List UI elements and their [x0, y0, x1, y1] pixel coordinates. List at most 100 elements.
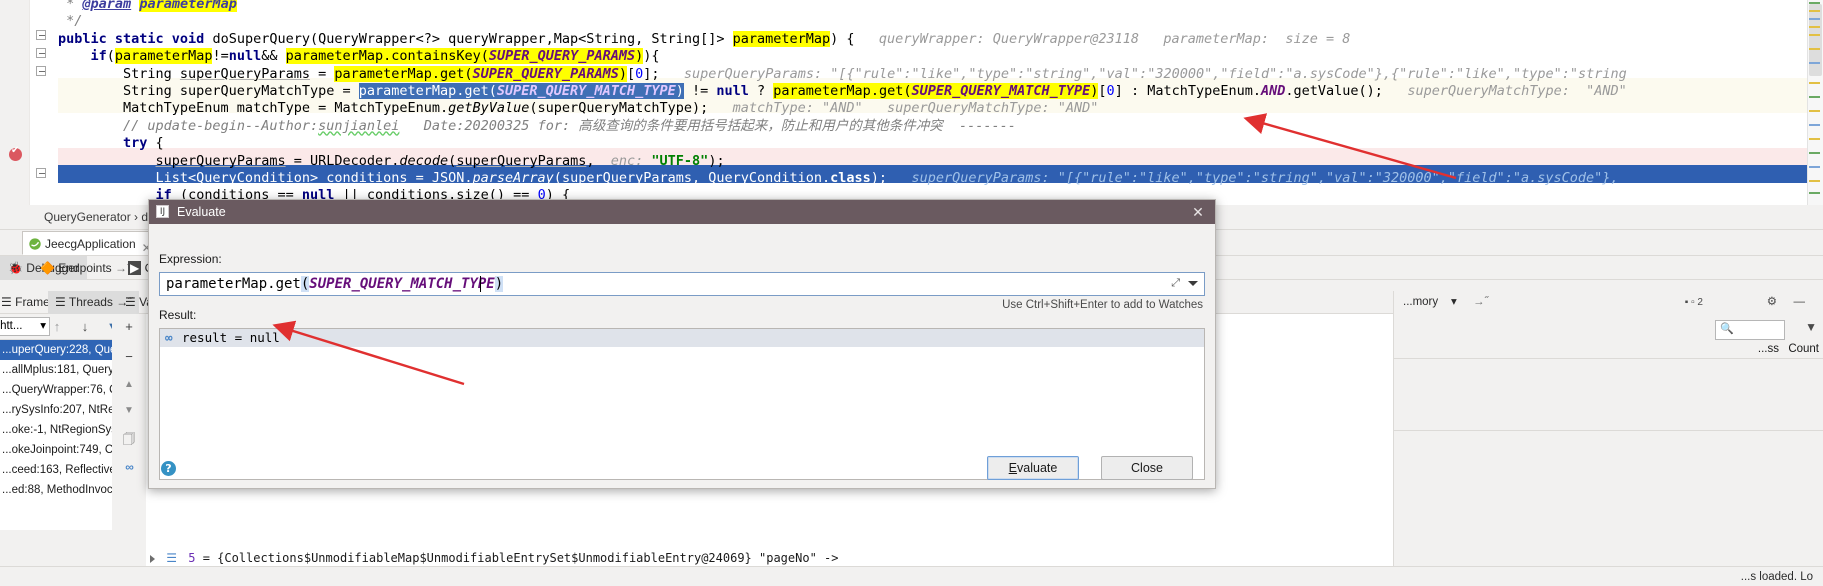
variables-row-pageno[interactable]: ☰ 5 = {Collections$UnmodifiableMap$Unmod…	[150, 548, 1250, 568]
dialog-titlebar[interactable]: IJ Evaluate ✕	[149, 200, 1215, 224]
list-item[interactable]: ...QueryWrapper:76, Que...	[0, 380, 112, 400]
scrollbar-thumb[interactable]	[1809, 4, 1822, 76]
stripe-mark-yellow-7	[1809, 138, 1820, 140]
frames-icon: ☰	[1, 295, 12, 309]
stripe-mark-green-4	[1809, 192, 1820, 194]
code-line-if-containskey: if(parameterMap!=null&& parameterMap.con…	[90, 48, 660, 65]
expression-prefix: parameterMap.get	[166, 276, 301, 292]
close-button[interactable]: Close	[1101, 456, 1193, 480]
stripe-mark-yellow-8	[1809, 180, 1820, 182]
stripe-mark-green-2	[1809, 96, 1820, 98]
evaluate-button-rest: valuate	[1017, 461, 1058, 475]
move-up-icon[interactable]: ▲	[120, 376, 138, 394]
intellij-icon: IJ	[156, 205, 169, 218]
result-label: Result:	[159, 308, 197, 322]
breakpoint-icon[interactable]	[9, 145, 22, 161]
expand-triangle-icon[interactable]	[150, 554, 155, 563]
memory-toolbar[interactable]: ...mory ▾ →˝ ⚙ — ▪ ▫ 2	[1393, 291, 1823, 314]
spring-boot-icon	[29, 238, 41, 250]
stripe-mark-green	[1809, 2, 1820, 4]
frame-down-icon[interactable]: ↓	[76, 318, 94, 336]
move-down-icon[interactable]: ▼	[120, 402, 138, 420]
expression-text: parameterMap.get(SUPER_QUERY_MATCH_TYPE)	[166, 273, 504, 295]
chevron-down-icon-expression[interactable]	[1188, 281, 1198, 286]
stripe-mark-green-3	[1809, 152, 1820, 154]
column-class-label: ...ss	[1757, 343, 1779, 355]
stripe-mark-yellow-4	[1809, 48, 1820, 50]
list-item[interactable]: ...rySysInfo:207, NtRegio...	[0, 400, 112, 420]
close-icon[interactable]: ✕	[1189, 200, 1207, 224]
add-icon[interactable]: +	[120, 318, 138, 336]
text-caret	[480, 276, 481, 292]
code-line-javadoc-param: * @param parameterMap	[58, 0, 1823, 13]
dialog-body: Expression: parameterMap.get(SUPER_QUERY…	[149, 224, 1215, 488]
code-line-superquerymatchtype: String superQueryMatchType = parameterMa…	[58, 83, 1627, 99]
status-text: ...s loaded. Lo	[1740, 571, 1813, 583]
code-line-urldecoder: superQueryParams = URLDecoder.decode(sup…	[155, 152, 725, 169]
error-stripe[interactable]	[1807, 0, 1823, 205]
frames-side-toolbar[interactable]: + − ▲ ▼ 🗍 ∞	[112, 314, 146, 530]
code-line-javadoc-end: */	[58, 13, 83, 30]
panel-divider[interactable]	[1393, 291, 1394, 586]
fold-marker-icon[interactable]	[36, 30, 46, 40]
evaluate-button-mnemonic: E	[1008, 461, 1018, 475]
threads-icon: ☰	[55, 295, 66, 309]
columns-icon[interactable]: ▪ ▫ 2	[1685, 291, 1703, 314]
list-item[interactable]: ...allMplus:181, QueryGe...	[0, 360, 112, 380]
variable-value: = {Collections$UnmodifiableMap$Unmodifia…	[202, 551, 839, 565]
stripe-mark-yellow-5	[1809, 82, 1820, 84]
variables-icon: ☰	[125, 295, 136, 309]
run-tab-jeecgapplication[interactable]: JeecgApplication ✕	[22, 231, 159, 255]
thread-selector[interactable]: "htt... ▾	[0, 317, 50, 336]
fold-marker-icon-2[interactable]	[36, 48, 46, 58]
gear-icon[interactable]: ⚙	[1767, 291, 1777, 314]
run-tab-label: JeecgApplication	[45, 237, 136, 251]
evaluate-dialog[interactable]: IJ Evaluate ✕ Expression: parameterMap.g…	[148, 199, 1216, 489]
expression-input[interactable]: parameterMap.get(SUPER_QUERY_MATCH_TYPE)…	[159, 272, 1205, 296]
stripe-mark-blue-4	[1809, 166, 1820, 168]
status-bar[interactable]: ...s loaded. Lo	[0, 566, 1823, 586]
tab-endpoints-label: Endpoints	[58, 261, 112, 275]
list-item[interactable]: ...ed:88, MethodInvoc...	[0, 480, 112, 500]
panel-split[interactable]	[1393, 430, 1823, 431]
code-line-try: try {	[123, 135, 164, 152]
code-editor[interactable]: * @param parameterMap */ public static v…	[0, 0, 1823, 205]
code-line-parsearray: List<QueryCondition> conditions = JSON.p…	[58, 170, 1619, 186]
chevron-down-icon-memory[interactable]: ▾	[1451, 291, 1457, 314]
list-item[interactable]: ...uperQuery:228, Query...	[0, 340, 112, 360]
frames-list[interactable]: ...uperQuery:228, Query... ...allMplus:1…	[0, 340, 112, 530]
frame-up-icon[interactable]: ↑	[48, 318, 66, 336]
copy-icon[interactable]: 🗍	[120, 430, 138, 448]
code-text[interactable]: * @param parameterMap */ public static v…	[58, 0, 1823, 205]
list-item[interactable]: ...okeJoinpoint:749, Cglib...	[0, 440, 112, 460]
code-line-matchtype: MatchTypeEnum matchType = MatchTypeEnum.…	[58, 100, 1099, 117]
arrow-right-icon[interactable]: →˝	[1473, 291, 1488, 314]
expression-paren-close: )	[494, 276, 504, 292]
stripe-mark-yellow	[1809, 10, 1820, 12]
expand-editor-icon[interactable]: ⤢	[1171, 277, 1180, 290]
result-row[interactable]: ∞ result = null	[160, 329, 1204, 347]
fold-marker-icon-3[interactable]	[36, 66, 46, 76]
table-header-divider	[1393, 358, 1823, 359]
code-line-comment-updatebegin: // update-begin--Author:sunjianlei Date:…	[123, 117, 1016, 134]
help-icon[interactable]: ?	[161, 461, 176, 476]
remove-icon[interactable]: −	[120, 348, 138, 366]
memory-tab-label[interactable]: ...mory	[1403, 291, 1438, 314]
minimize-icon[interactable]: —	[1794, 291, 1806, 314]
fold-marker-icon-4[interactable]	[36, 168, 46, 178]
filter-icon-right[interactable]: ▼	[1805, 320, 1817, 334]
evaluate-button[interactable]: Evaluate	[987, 456, 1079, 480]
search-input[interactable]: 🔍	[1715, 320, 1785, 340]
expression-label: Expression:	[159, 252, 222, 266]
expression-constant: SUPER_QUERY_MATCH_TYPE	[309, 276, 495, 292]
list-item[interactable]: ...oke:-1, NtRegionSysV2(...	[0, 420, 112, 440]
oo-icon[interactable]: ∞	[120, 458, 138, 476]
tab-threads-label: Threads	[68, 295, 113, 309]
list-item[interactable]: ...ceed:163, ReflectiveMe...	[0, 460, 112, 480]
code-line-method-signature: public static void doSuperQuery(QueryWra…	[58, 30, 1351, 47]
code-line-superqueryparams: String superQueryParams = parameterMap.g…	[58, 65, 1627, 82]
search-icon: 🔍	[1720, 323, 1734, 335]
column-count-label: Count	[1788, 343, 1819, 355]
fold-gutter[interactable]	[30, 0, 58, 205]
editor-gutter[interactable]	[0, 0, 30, 205]
